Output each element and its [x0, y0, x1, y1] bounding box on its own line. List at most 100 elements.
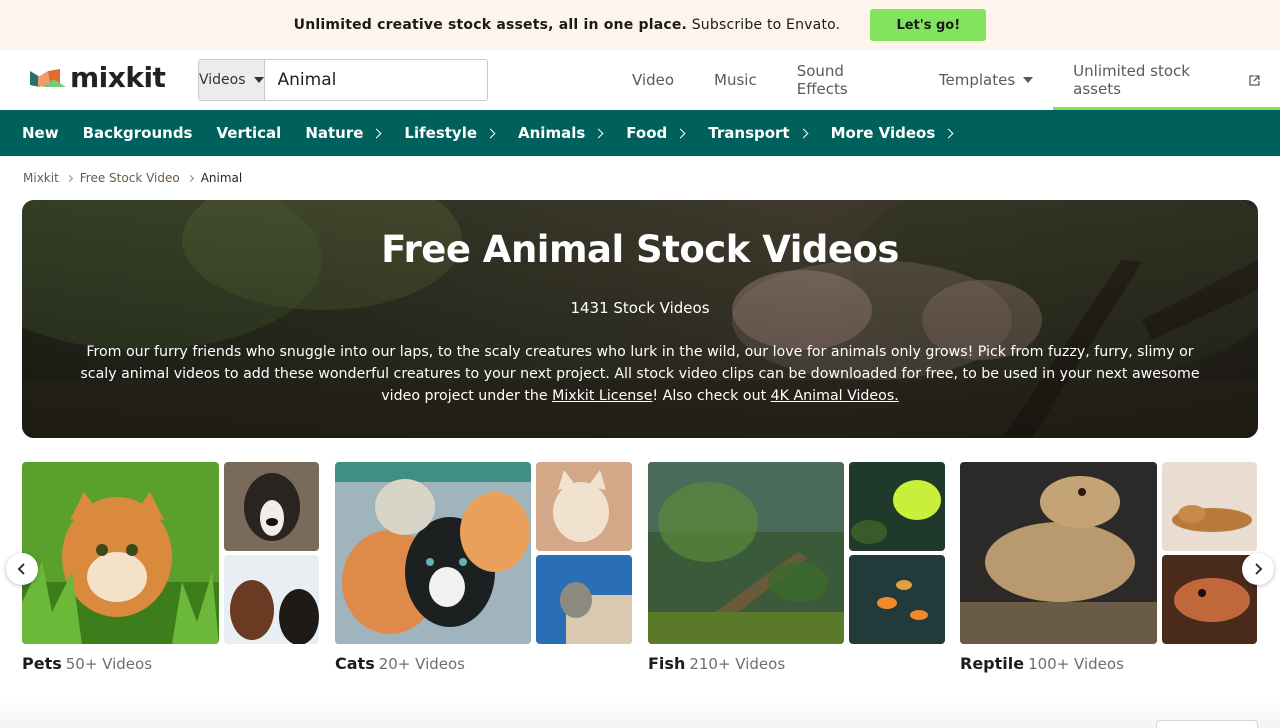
nav-video-label: Video: [632, 71, 675, 89]
breadcrumb-mixkit[interactable]: Mixkit: [23, 171, 59, 185]
chevron-right-icon: [593, 128, 604, 139]
category-new[interactable]: New: [22, 124, 59, 142]
chevron-right-icon: [485, 128, 496, 139]
category-card-pets[interactable]: Pets 50+ Videos: [22, 462, 319, 673]
logo-text: mixkit: [70, 61, 166, 94]
promo-text-bold: Unlimited creative stock assets, all in …: [293, 17, 688, 33]
cats-box-image: [536, 555, 632, 644]
caret-down-icon: [253, 77, 264, 83]
card-name: Reptile: [960, 654, 1025, 673]
category-food[interactable]: Food: [626, 124, 686, 142]
partial-control[interactable]: [1156, 720, 1258, 728]
card-count: 100+ Videos: [1028, 655, 1124, 673]
category-card-cats[interactable]: Cats 20+ Videos: [335, 462, 632, 673]
reptile-lizard-image: [1162, 462, 1257, 551]
reptile-main-image: [960, 462, 1157, 644]
card-name: Pets: [22, 654, 62, 673]
chevron-right-icon: [798, 128, 809, 139]
category-lifestyle[interactable]: Lifestyle: [404, 124, 496, 142]
nav-sound-effects-label: Sound Effects: [796, 62, 848, 98]
cats-main-image: [335, 462, 531, 644]
logo-mark-icon: [30, 69, 66, 87]
category-card-reptile[interactable]: Reptile 100+ Videos: [960, 462, 1257, 673]
nav-sound-effects[interactable]: Sound Effects: [777, 50, 919, 110]
category-card-fish[interactable]: Fish 210+ Videos: [648, 462, 945, 673]
fish-frog-image: [849, 462, 945, 551]
hero-desc-part2: ! Also check out: [652, 388, 771, 404]
card-image-collage: [335, 462, 632, 644]
category-label: More Videos: [830, 124, 936, 142]
search-type-select[interactable]: Videos: [199, 60, 265, 100]
pets-dogs-image: [224, 555, 319, 644]
card-name: Fish: [648, 654, 686, 673]
chevron-right-icon: [371, 128, 382, 139]
nav-video[interactable]: Video: [612, 50, 694, 110]
chevron-right-icon: [943, 128, 954, 139]
category-label: Lifestyle: [404, 124, 478, 142]
chevron-right-icon: [675, 128, 686, 139]
search-bar: Videos: [198, 59, 488, 101]
nav-unlimited-stock-assets[interactable]: Unlimited stock assets: [1053, 50, 1280, 110]
hero-title: Free Animal Stock Videos: [381, 228, 899, 271]
mixkit-logo[interactable]: mixkit: [30, 61, 166, 94]
category-label: Vertical: [216, 124, 282, 142]
card-label: Cats 20+ Videos: [335, 654, 465, 673]
fish-clownfish-image: [849, 555, 945, 644]
carousel-next-button[interactable]: [1242, 553, 1274, 585]
category-label: Food: [626, 124, 668, 142]
card-label: Reptile 100+ Videos: [960, 654, 1124, 673]
category-label: Nature: [305, 124, 364, 142]
nav-templates[interactable]: Templates: [919, 50, 1053, 110]
mixkit-license-link[interactable]: Mixkit License: [552, 388, 652, 404]
breadcrumb: Mixkit Free Stock Video Animal: [23, 171, 242, 185]
search-type-label: Videos: [199, 72, 246, 88]
card-name: Cats: [335, 654, 375, 673]
card-count: 20+ Videos: [378, 655, 465, 673]
nav-unlimited-label: Unlimited stock assets: [1073, 62, 1190, 98]
category-more-videos[interactable]: More Videos: [830, 124, 954, 142]
card-label: Pets 50+ Videos: [22, 654, 152, 673]
promo-banner: Unlimited creative stock assets, all in …: [0, 0, 1280, 50]
promo-text-rest: Subscribe to Envato.: [691, 17, 841, 33]
breadcrumb-separator-icon: [65, 174, 73, 182]
category-label: New: [22, 124, 59, 142]
card-count: 210+ Videos: [689, 655, 786, 673]
search-input[interactable]: [264, 60, 487, 100]
section-divider: [0, 696, 1280, 728]
external-link-icon: [1249, 74, 1260, 86]
top-navigation: Video Music Sound Effects Templates Unli…: [612, 50, 1280, 110]
category-transport[interactable]: Transport: [708, 124, 809, 142]
promo-text: Unlimited creative stock assets, all in …: [294, 17, 841, 33]
chevron-left-icon: [17, 563, 25, 575]
cats-kitten-image: [536, 462, 632, 551]
card-label: Fish 210+ Videos: [648, 654, 785, 673]
nav-templates-label: Templates: [938, 71, 1016, 89]
nav-music[interactable]: Music: [694, 50, 777, 110]
nav-music-label: Music: [714, 71, 757, 89]
category-label: Transport: [708, 124, 790, 142]
pets-main-image: [22, 462, 219, 644]
promo-cta-button[interactable]: Let's go!: [870, 9, 987, 41]
category-nature[interactable]: Nature: [305, 124, 382, 142]
card-image-collage: [960, 462, 1257, 644]
carousel-prev-button[interactable]: [6, 553, 38, 585]
site-header: mixkit Videos Video Music Sound Effects …: [0, 50, 1280, 110]
hero-description: From our furry friends who snuggle into …: [80, 341, 1200, 407]
breadcrumb-free-stock-video[interactable]: Free Stock Video: [80, 171, 180, 185]
category-backgrounds[interactable]: Backgrounds: [83, 124, 193, 142]
pets-dog-image: [224, 462, 319, 551]
card-count: 50+ Videos: [65, 655, 153, 673]
breadcrumb-separator-icon: [186, 174, 194, 182]
card-image-collage: [22, 462, 319, 644]
4k-animal-videos-link[interactable]: 4K Animal Videos.: [771, 388, 899, 404]
category-label: Animals: [518, 124, 586, 142]
category-label: Backgrounds: [82, 124, 193, 142]
category-animals[interactable]: Animals: [518, 124, 604, 142]
card-image-collage: [648, 462, 945, 644]
fish-main-image: [648, 462, 844, 644]
chevron-right-icon: [1255, 563, 1263, 575]
breadcrumb-current: Animal: [200, 171, 243, 185]
caret-down-icon: [1023, 77, 1034, 83]
category-vertical[interactable]: Vertical: [216, 124, 281, 142]
category-bar: New Backgrounds Vertical Nature Lifestyl…: [0, 110, 1280, 156]
